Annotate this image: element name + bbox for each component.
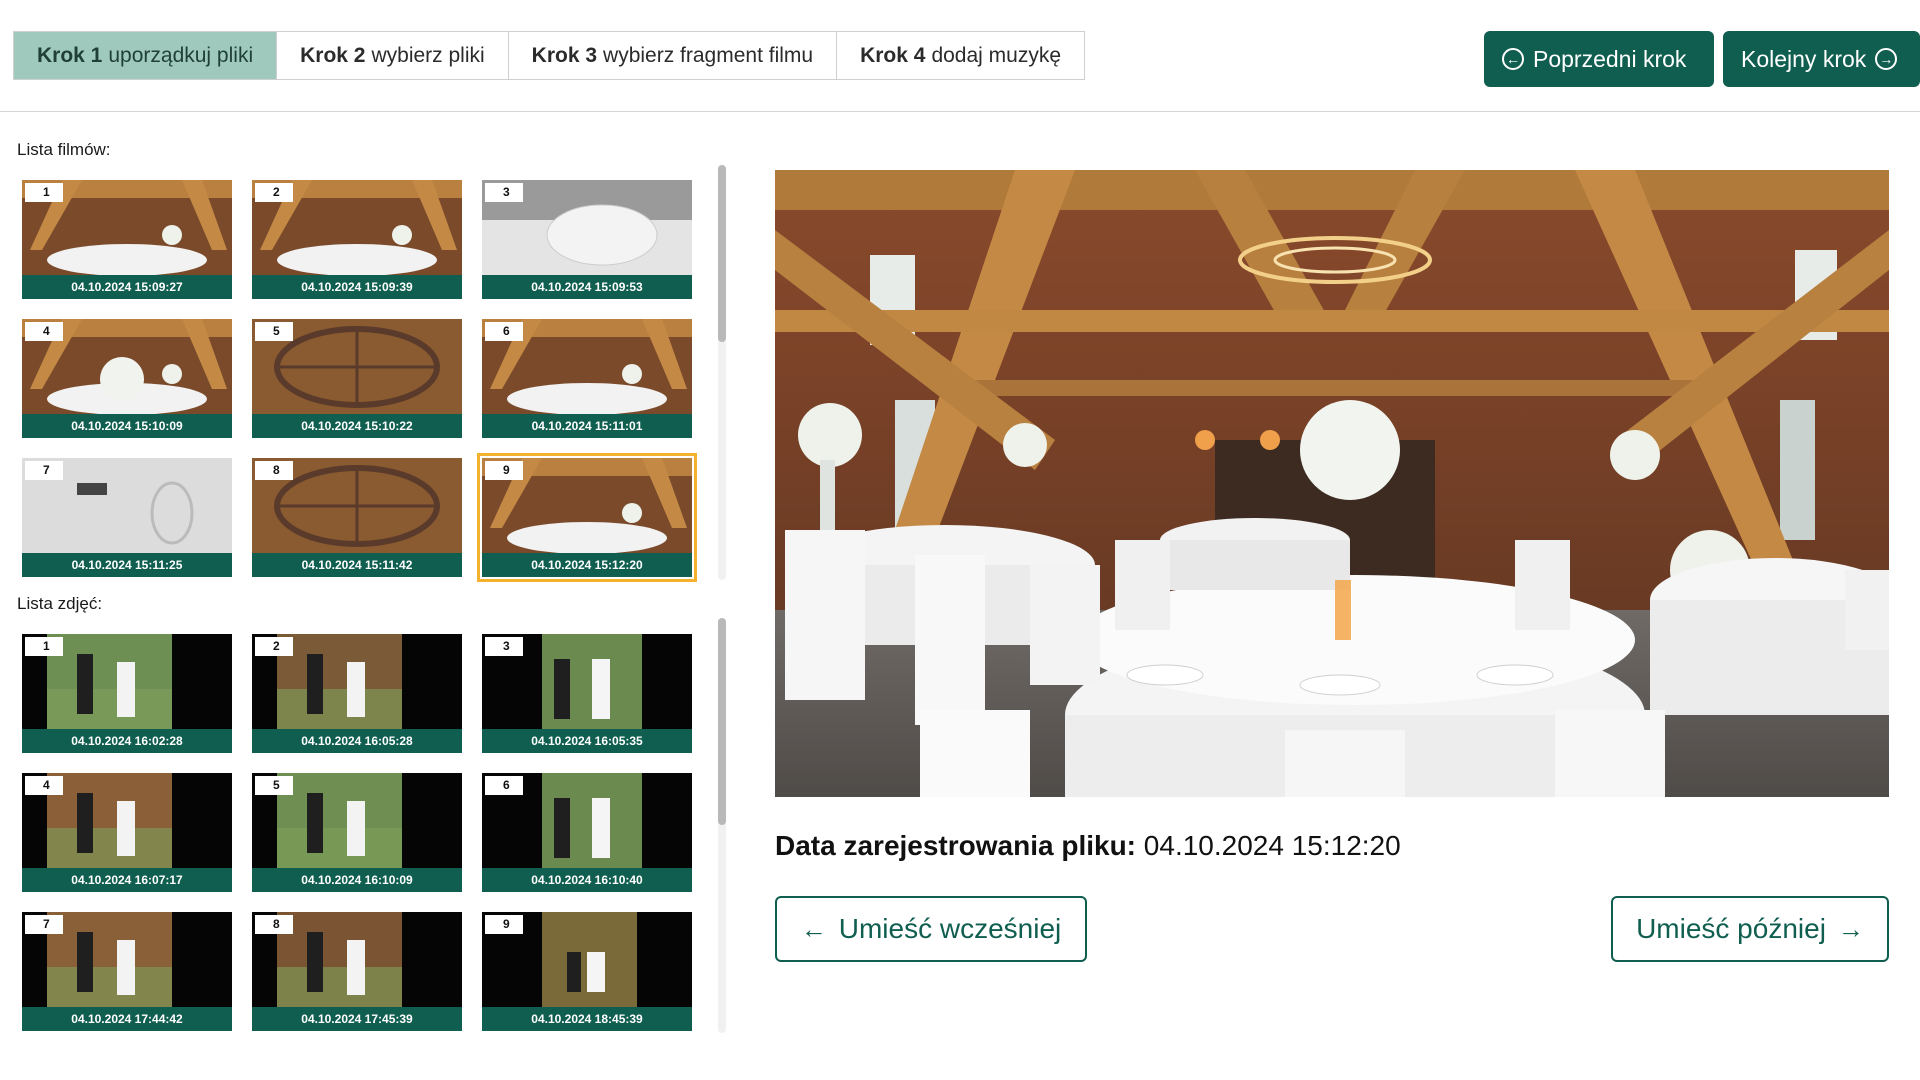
photo-thumbnail[interactable]: 2 04.10.2024 16:05:28 xyxy=(252,634,462,753)
move-earlier-label: Umieść wcześniej xyxy=(838,913,1062,944)
move-later-button[interactable]: Umieść później → xyxy=(1611,896,1889,962)
thumbnail-date: 04.10.2024 15:12:20 xyxy=(482,553,692,577)
thumbnail-number: 9 xyxy=(485,461,523,480)
thumbnail-number: 8 xyxy=(255,461,293,480)
thumbnail-number: 2 xyxy=(255,183,293,202)
arrow-right-circle-icon: → xyxy=(1875,48,1898,70)
tab-step-3[interactable]: Krok 3 wybierz fragment filmu xyxy=(508,32,838,79)
photo-list-scroll-thumb[interactable] xyxy=(718,618,726,825)
move-later-label: Umieść później xyxy=(1636,913,1826,944)
thumbnail-date: 04.10.2024 15:11:01 xyxy=(482,414,692,438)
film-thumbnail[interactable]: 8 04.10.2024 15:11:42 xyxy=(252,458,462,577)
photo-thumbnail[interactable]: 1 04.10.2024 16:02:28 xyxy=(22,634,232,753)
thumbnail-number: 7 xyxy=(25,461,63,480)
thumbnail-number: 9 xyxy=(485,915,523,934)
photo-thumbnail[interactable]: 5 04.10.2024 16:10:09 xyxy=(252,773,462,892)
tab-step-4[interactable]: Krok 4 dodaj muzykę xyxy=(837,32,1085,79)
tab-step-2[interactable]: Krok 2 wybierz pliki xyxy=(277,32,509,79)
film-thumbnail[interactable]: 1 04.10.2024 15:09:27 xyxy=(22,180,232,299)
thumbnail-date: 04.10.2024 16:10:09 xyxy=(252,868,462,892)
thumbnail-number: 6 xyxy=(485,776,523,795)
thumbnail-number: 7 xyxy=(25,915,63,934)
next-step-button[interactable]: Kolejny krok → xyxy=(1723,31,1920,87)
thumbnail-date: 04.10.2024 16:05:28 xyxy=(252,729,462,753)
film-thumbnail[interactable]: 5 04.10.2024 15:10:22 xyxy=(252,319,462,438)
photo-list-label: Lista zdjęć: xyxy=(17,594,103,613)
arrow-left-icon: ← xyxy=(800,913,827,944)
photo-thumbnail[interactable]: 3 04.10.2024 16:05:35 xyxy=(482,634,692,753)
film-list-scrollbar[interactable] xyxy=(718,165,726,580)
photo-thumbnail[interactable]: 9 04.10.2024 18:45:39 xyxy=(482,912,692,1031)
film-thumbnail[interactable]: 3 04.10.2024 15:09:53 xyxy=(482,180,692,299)
thumbnail-number: 2 xyxy=(255,637,293,656)
photo-list-scrollbar[interactable] xyxy=(718,618,726,1033)
film-thumbnail[interactable]: 4 04.10.2024 15:10:09 xyxy=(22,319,232,438)
thumbnail-date: 04.10.2024 18:45:39 xyxy=(482,1007,692,1031)
thumbnail-date: 04.10.2024 16:02:28 xyxy=(22,729,232,753)
thumbnail-number: 5 xyxy=(255,322,293,341)
photo-thumbnail[interactable]: 6 04.10.2024 16:10:40 xyxy=(482,773,692,892)
film-thumbnail[interactable]: 7 04.10.2024 15:11:25 xyxy=(22,458,232,577)
thumbnail-date: 04.10.2024 17:44:42 xyxy=(22,1007,232,1031)
film-list-label: Lista filmów: xyxy=(17,140,111,159)
arrow-right-icon: → xyxy=(1837,913,1864,944)
step-tabs: Krok 1 uporządkuj pliki Krok 2 wybierz pli… xyxy=(13,31,1086,80)
thumbnail-date: 04.10.2024 15:09:39 xyxy=(252,275,462,299)
file-date-value: 04.10.2024 15:12:20 xyxy=(1143,830,1401,861)
film-thumbnail[interactable]: 2 04.10.2024 15:09:39 xyxy=(252,180,462,299)
previous-step-button[interactable]: ← Poprzedni krok xyxy=(1484,31,1714,87)
film-thumbnail[interactable]: 9 04.10.2024 15:12:20 xyxy=(477,453,697,582)
thumbnail-number: 3 xyxy=(485,183,523,202)
thumbnail-date: 04.10.2024 15:11:42 xyxy=(252,553,462,577)
thumbnail-date: 04.10.2024 15:11:25 xyxy=(22,553,232,577)
file-date-label: Data zarejestrowania pliku: xyxy=(775,830,1137,861)
thumbnail-date: 04.10.2024 15:09:27 xyxy=(22,275,232,299)
thumbnail-number: 3 xyxy=(485,637,523,656)
film-list-scroll-thumb[interactable] xyxy=(718,165,726,342)
next-step-label: Kolejny krok xyxy=(1741,45,1867,72)
thumbnail-number: 4 xyxy=(25,776,63,795)
thumbnail-date: 04.10.2024 15:09:53 xyxy=(482,275,692,299)
film-thumbnail[interactable]: 6 04.10.2024 15:11:01 xyxy=(482,319,692,438)
tab-step-1[interactable]: Krok 1 uporządkuj pliki xyxy=(14,32,278,79)
thumbnail-date: 04.10.2024 16:07:17 xyxy=(22,868,232,892)
thumbnail-date: 04.10.2024 16:10:40 xyxy=(482,868,692,892)
photo-thumbnail[interactable]: 7 04.10.2024 17:44:42 xyxy=(22,912,232,1031)
previous-step-label: Poprzedni krok xyxy=(1533,45,1687,72)
thumbnail-date: 04.10.2024 15:10:09 xyxy=(22,414,232,438)
thumbnail-date: 04.10.2024 15:10:22 xyxy=(252,414,462,438)
preview-image xyxy=(775,170,1889,797)
thumbnail-date: 04.10.2024 16:05:35 xyxy=(482,729,692,753)
thumbnail-date: 04.10.2024 17:45:39 xyxy=(252,1007,462,1031)
thumbnail-number: 6 xyxy=(485,322,523,341)
photo-thumbnail[interactable]: 4 04.10.2024 16:07:17 xyxy=(22,773,232,892)
thumbnail-number: 5 xyxy=(255,776,293,795)
thumbnail-number: 8 xyxy=(255,915,293,934)
thumbnail-number: 1 xyxy=(25,637,63,656)
wedding-hall-image xyxy=(775,170,1889,797)
thumbnail-number: 4 xyxy=(25,322,63,341)
move-earlier-button[interactable]: ← Umieść wcześniej xyxy=(775,896,1087,962)
photo-thumbnail[interactable]: 8 04.10.2024 17:45:39 xyxy=(252,912,462,1031)
file-date: Data zarejestrowania pliku: 04.10.2024 1… xyxy=(775,830,1401,862)
thumbnail-number: 1 xyxy=(25,183,63,202)
header-divider xyxy=(0,111,1920,112)
arrow-left-circle-icon: ← xyxy=(1502,48,1524,70)
